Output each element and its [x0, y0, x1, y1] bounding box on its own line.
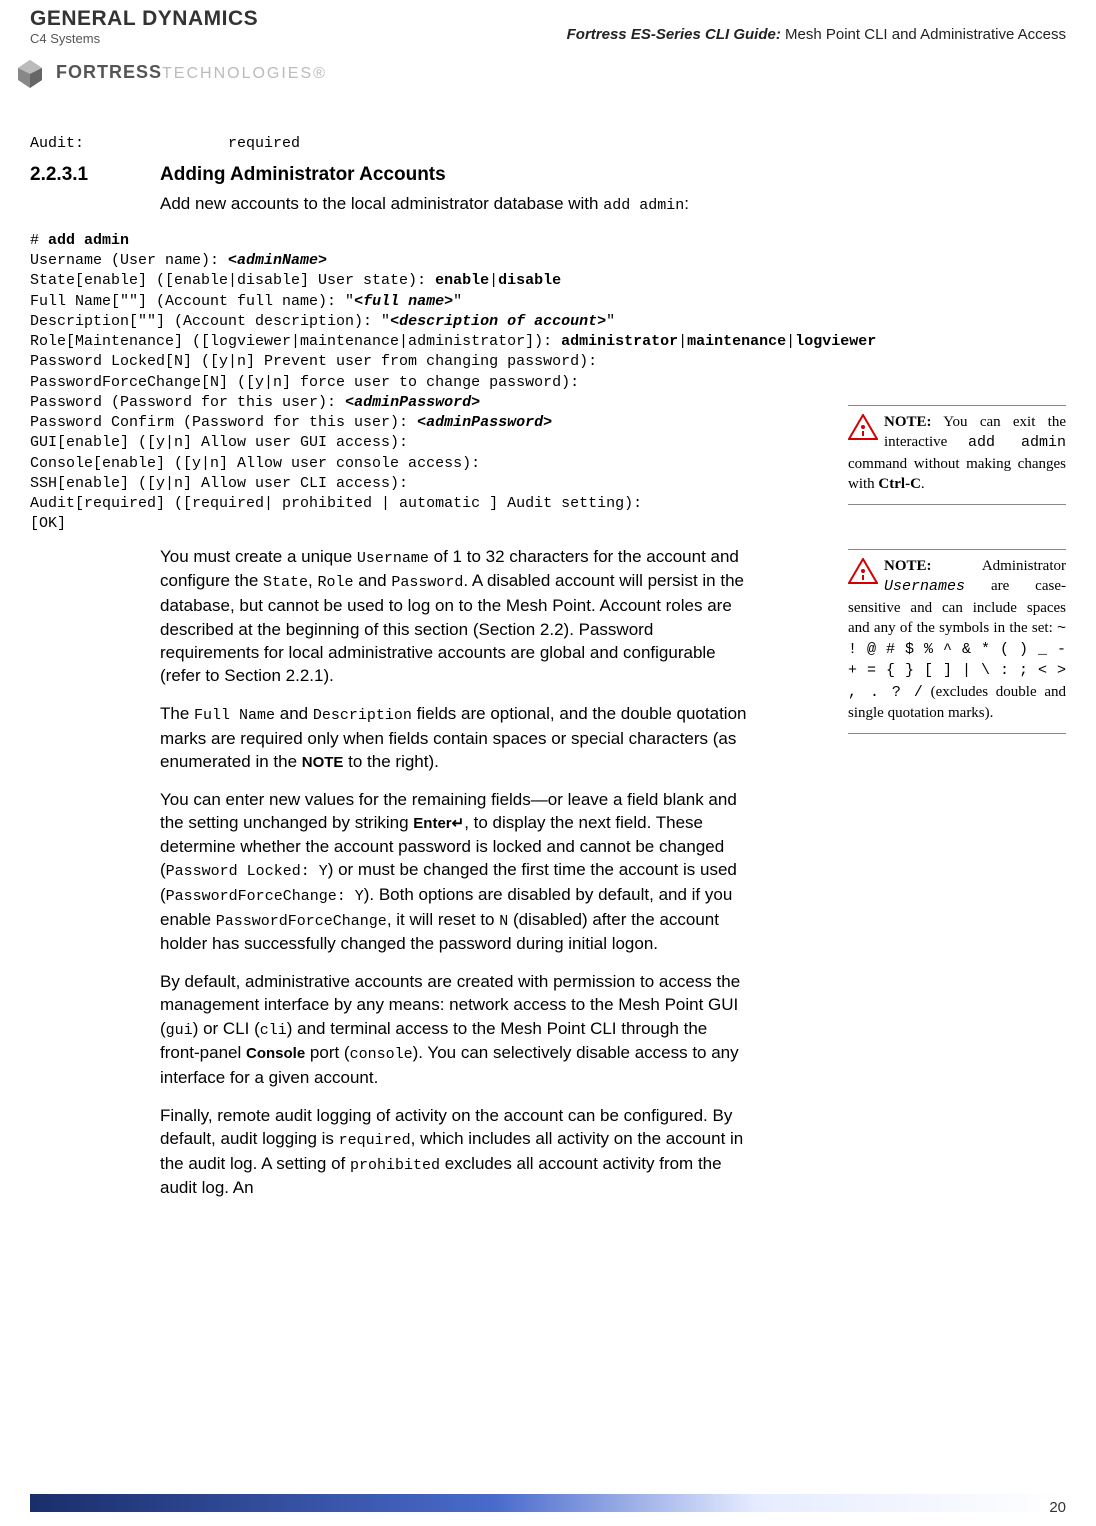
code-console: Console[enable] ([y|n] Allow user consol… — [30, 455, 480, 472]
p1c3: Role — [317, 574, 353, 591]
paragraph-fullname-desc: The Full Name and Description fields are… — [160, 702, 750, 774]
note1-code: add admin — [968, 434, 1066, 451]
code-ssh: SSH[enable] ([y|n] Allow user CLI access… — [30, 475, 408, 492]
code-gui: GUI[enable] ([y|n] Allow user GUI access… — [30, 434, 408, 451]
p2t2: and — [275, 704, 313, 723]
p5c2: prohibited — [350, 1157, 440, 1174]
code-adminpassword2: <adminPassword> — [417, 414, 552, 431]
paragraph-audit-logging: Finally, remote audit logging of activit… — [160, 1104, 750, 1200]
guide-title: Fortress ES-Series CLI Guide: Mesh Point… — [567, 8, 1066, 43]
note2-usernames: Usernames — [884, 578, 965, 595]
code-add-admin: add admin — [48, 232, 129, 249]
code-pipe1: | — [489, 272, 498, 289]
code-pipe3: | — [786, 333, 795, 350]
code-description: <description of account> — [390, 313, 606, 330]
p4c3: console — [350, 1046, 413, 1063]
p3b1: Enter↵ — [413, 815, 464, 832]
code-l10a: Password Confirm (Password for this user… — [30, 414, 417, 431]
note2-label: NOTE: — [884, 558, 932, 574]
code-prompt: # — [30, 232, 48, 249]
code-logviewer: logviewer — [795, 333, 876, 350]
fragment-audit-line: Audit: required — [30, 134, 1066, 154]
p3c3: PasswordForceChange — [216, 913, 387, 930]
guide-title-rest: Mesh Point CLI and Administrative Access — [781, 26, 1066, 43]
fortress-brand-main: FORTRESS — [56, 62, 162, 82]
p4c1: gui — [166, 1022, 193, 1039]
warning-icon — [848, 558, 878, 590]
section-number: 2.2.3.1 — [30, 164, 160, 186]
code-l05a: Description[""] (Account description): " — [30, 313, 390, 330]
section-heading: 2.2.3.1Adding Administrator Accounts — [30, 164, 1066, 186]
code-administrator: administrator — [561, 333, 678, 350]
intro-paragraph: Add new accounts to the local administra… — [160, 192, 750, 217]
p1c2: State — [263, 574, 308, 591]
p5c1: required — [339, 1132, 411, 1149]
note1-ctrlc: Ctrl-C — [878, 476, 920, 492]
p2c1: Full Name — [194, 707, 275, 724]
code-pipe2: | — [678, 333, 687, 350]
code-pwlocked: Password Locked[N] ([y|n] Prevent user f… — [30, 353, 597, 370]
p2b1: NOTE — [302, 754, 344, 771]
code-l05c: " — [606, 313, 615, 330]
intro-code: add admin — [603, 197, 684, 214]
warning-icon — [848, 414, 878, 446]
paragraph-default-access: By default, administrative accounts are … — [160, 970, 750, 1090]
p1t1: You must create a unique — [160, 547, 357, 566]
p3c2: PasswordForceChange: Y — [166, 888, 364, 905]
note2-t1: Administrator — [932, 558, 1066, 574]
code-l02a: Username (User name): — [30, 252, 228, 269]
code-fullname: <full name> — [354, 293, 453, 310]
p2t1: The — [160, 704, 194, 723]
note1-t3: . — [921, 476, 925, 492]
p3c1: Password Locked: Y — [166, 863, 328, 880]
p4b1: Console — [246, 1045, 305, 1062]
code-audit: Audit[required] ([required| prohibited |… — [30, 495, 642, 512]
intro-text-a: Add new accounts to the local administra… — [160, 194, 603, 213]
code-maintenance: maintenance — [687, 333, 786, 350]
paragraph-remaining-fields: You can enter new values for the remaini… — [160, 788, 750, 956]
code-l06a: Role[Maintenance] ([logviewer|maintenanc… — [30, 333, 561, 350]
fortress-brand-text: FORTRESSTECHNOLOGIES® — [56, 62, 327, 83]
code-l09a: Password (Password for this user): — [30, 394, 345, 411]
fortress-brand-tech: TECHNOLOGIES® — [162, 65, 327, 82]
code-adminname: <adminName> — [228, 252, 327, 269]
p4t4: port ( — [305, 1043, 349, 1062]
note1-label: NOTE: — [884, 414, 932, 430]
fortress-brand-bar: FORTRESSTECHNOLOGIES® — [0, 46, 1096, 94]
p2t4: to the right). — [343, 752, 438, 771]
p3c4: N — [499, 913, 508, 930]
code-pwforce: PasswordForceChange[N] ([y|n] force user… — [30, 374, 579, 391]
p1c4: Password — [391, 574, 463, 591]
code-l04a: Full Name[""] (Account full name): " — [30, 293, 354, 310]
page-header: GENERAL DYNAMICS C4 Systems Fortress ES-… — [0, 0, 1096, 46]
code-enable: enable — [435, 272, 489, 289]
code-disable: disable — [498, 272, 561, 289]
fortress-logo-icon — [12, 54, 48, 90]
section-title: Adding Administrator Accounts — [160, 164, 446, 185]
guide-title-bold: Fortress ES-Series CLI Guide: — [567, 26, 781, 43]
p1t4: and — [354, 571, 392, 590]
code-ok: [OK] — [30, 515, 66, 532]
code-adminpassword1: <adminPassword> — [345, 394, 480, 411]
intro-text-b: : — [684, 194, 689, 213]
logo-general-dynamics: GENERAL DYNAMICS — [30, 8, 258, 29]
p1c1: Username — [357, 550, 429, 567]
paragraph-unique-username: You must create a unique Username of 1 t… — [160, 545, 750, 688]
code-l03a: State[enable] ([enable|disable] User sta… — [30, 272, 435, 289]
footer-gradient-bar — [30, 1494, 1066, 1512]
logo-c4-systems: C4 Systems — [30, 31, 100, 46]
note-ctrl-c: NOTE: You can exit the interactive add a… — [848, 405, 1066, 505]
code-l04c: " — [453, 293, 462, 310]
page-number: 20 — [1041, 1499, 1066, 1516]
note-usernames: NOTE: Administrator Usernames are case-s… — [848, 549, 1066, 734]
header-logo-block: GENERAL DYNAMICS C4 Systems — [30, 8, 258, 46]
p4t2: ) or CLI ( — [193, 1019, 260, 1038]
p2c2: Description — [313, 707, 412, 724]
p4c2: cli — [260, 1022, 287, 1039]
p3t5: , it will reset to — [387, 910, 499, 929]
